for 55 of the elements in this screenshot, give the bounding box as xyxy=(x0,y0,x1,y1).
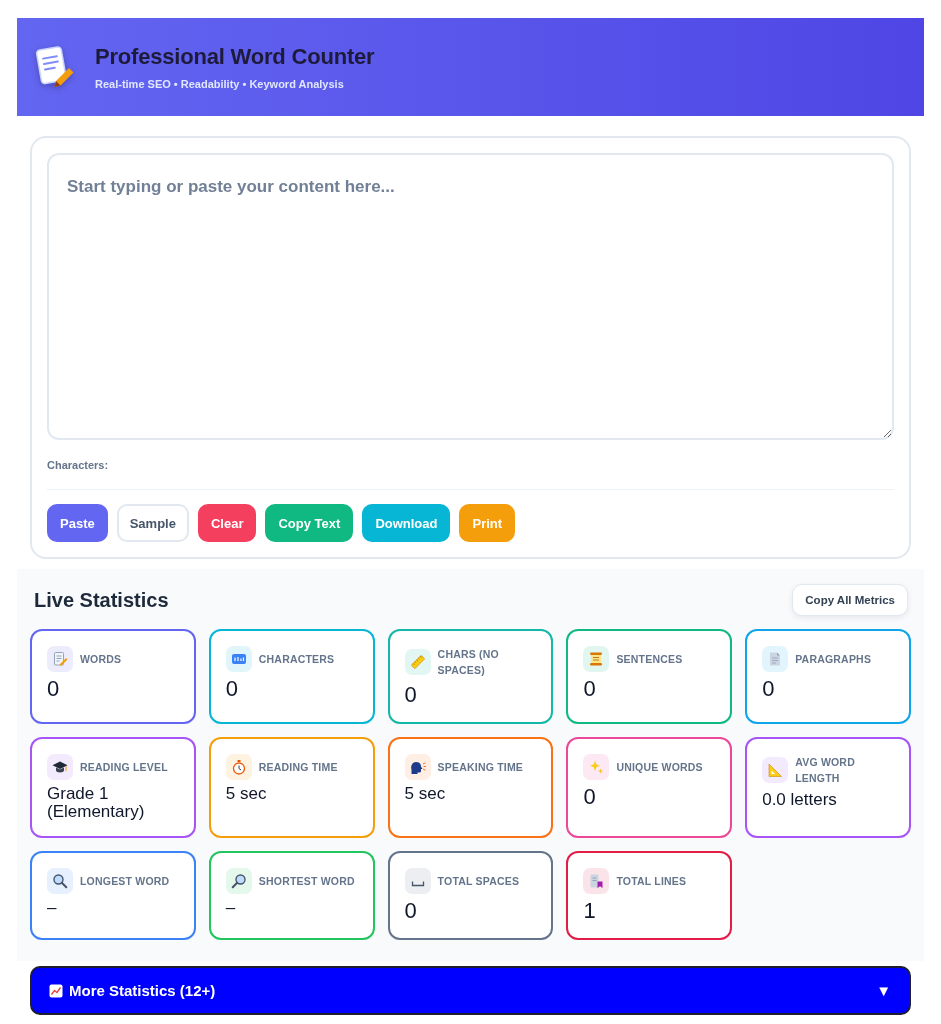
document-bookmark-icon xyxy=(583,868,610,894)
stat-label: CHARS (NO SPACES) xyxy=(437,647,500,678)
search-icon xyxy=(47,868,73,894)
text-input-field[interactable]: Start typing or paste your content here... xyxy=(47,153,894,440)
sparkle-icon xyxy=(583,754,610,780)
stat-label: CHARACTERS xyxy=(258,652,335,667)
stat-value: – xyxy=(47,899,58,917)
stat-value: 5 sec xyxy=(225,785,268,803)
stat-label: SENTENCES xyxy=(616,652,683,667)
stat-value: 1 xyxy=(583,899,597,923)
line-chart-icon xyxy=(49,983,63,998)
app-title: Professional Word Counter xyxy=(95,43,375,70)
space-symbol-icon xyxy=(404,868,431,894)
speaking-head-icon xyxy=(404,754,431,780)
scroll-icon xyxy=(583,646,610,672)
letter-tile-icon xyxy=(225,646,252,672)
stat-label: PARAGRAPHS xyxy=(795,652,872,667)
stat-value: 0 xyxy=(583,785,597,809)
action-button[interactable]: Clear xyxy=(197,504,257,542)
stat-label: SPEAKING TIME xyxy=(437,760,524,775)
stat-label: WORDS xyxy=(80,652,122,667)
graduation-cap-icon xyxy=(47,754,73,780)
stat-value: 0 xyxy=(225,677,240,701)
stat-label: READING TIME xyxy=(258,760,338,775)
stopwatch-icon xyxy=(225,754,252,780)
stat-value: 0 xyxy=(762,677,776,701)
stat-label: READING LEVEL xyxy=(80,760,168,775)
app-subtitle: Real-time SEO • Readability • Keyword Analysis xyxy=(95,77,344,91)
stat-value: 0 xyxy=(404,683,418,707)
stat-value: – xyxy=(225,899,237,917)
ruler-icon xyxy=(404,649,431,675)
action-button[interactable]: Copy Text xyxy=(265,504,354,542)
stat-value: 0 xyxy=(47,677,61,701)
action-button[interactable]: Paste xyxy=(47,504,108,542)
stat-value: 0 xyxy=(404,899,418,923)
document-pencil-icon xyxy=(33,44,75,90)
stat-value: 0.0 letters xyxy=(762,791,838,809)
stat-label: TOTAL LINES xyxy=(616,874,687,889)
stat-label: SHORTEST WORD xyxy=(258,874,355,889)
stat-value: 5 sec xyxy=(404,785,447,803)
stat-label: UNIQUE WORDS xyxy=(616,760,703,775)
characters-label: Characters: xyxy=(47,458,109,472)
stat-value: 0 xyxy=(583,677,597,701)
more-statistics-toggle[interactable]: More Statistics (12+) ▼ xyxy=(30,966,911,1015)
notepad-pencil-icon xyxy=(47,646,73,672)
document-icon xyxy=(762,646,789,672)
section-title: Live Statistics xyxy=(34,588,169,612)
copy-all-metrics-button[interactable]: Copy All Metrics xyxy=(792,584,908,616)
stat-value: Grade 1 (Elementary) xyxy=(47,785,146,821)
stat-label: TOTAL SPACES xyxy=(437,874,520,889)
action-button[interactable]: Sample xyxy=(116,504,189,542)
search-icon xyxy=(225,868,252,894)
action-button[interactable]: Download xyxy=(362,504,451,542)
stat-label: LONGEST WORD xyxy=(80,874,170,889)
stat-label: AVG WORD LENGTH xyxy=(795,755,856,786)
